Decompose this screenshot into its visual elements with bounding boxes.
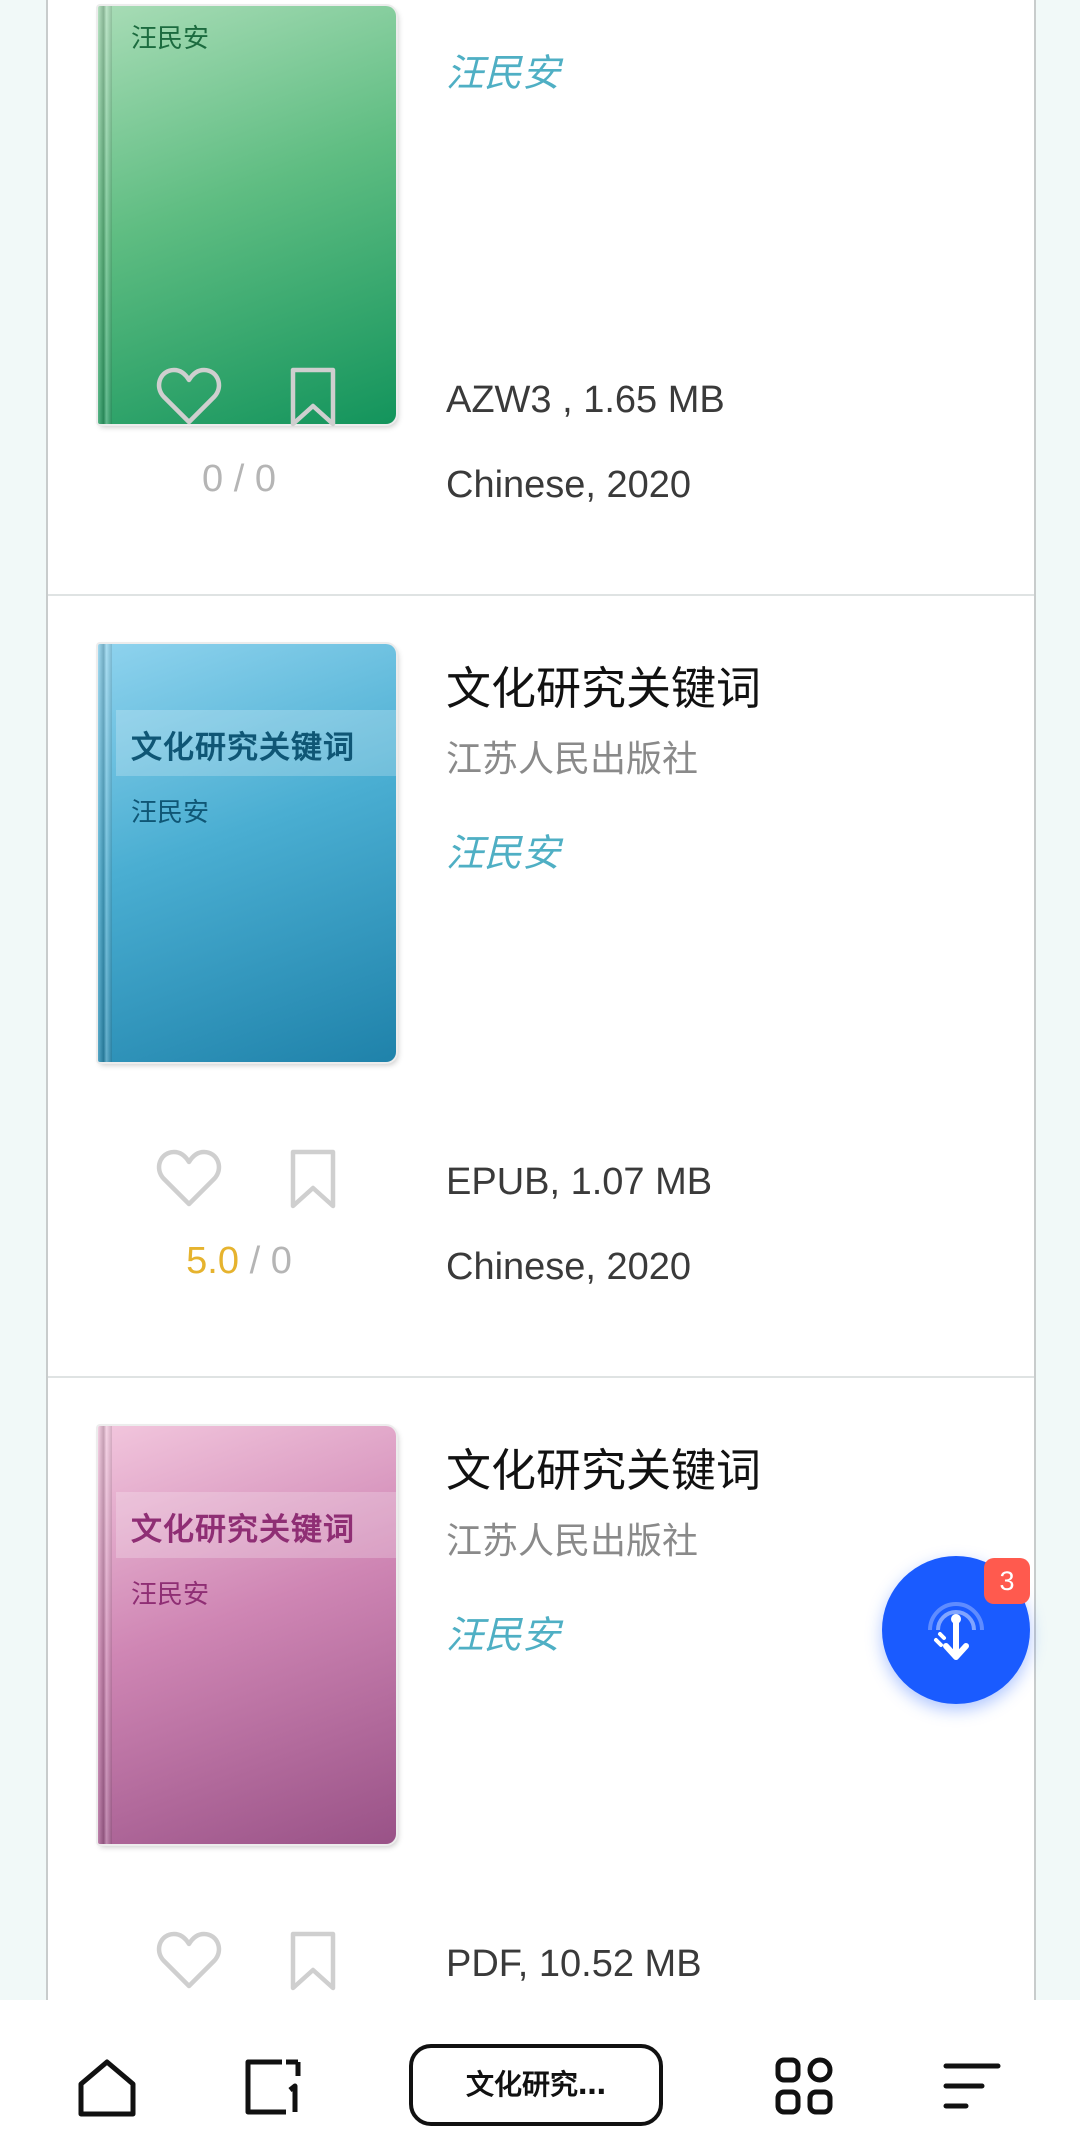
rating: 0 / 0 — [114, 458, 364, 501]
book-title[interactable]: 文化研究关键词 — [446, 652, 761, 717]
touch-tap-icon — [928, 1602, 984, 1660]
book-list: 汪民安 汪民安 0 / 0 AZW3 , 1.65 MB Chinese, 20… — [46, 0, 1036, 2000]
format-size: EPUB, 1.07 MB — [446, 1161, 713, 1203]
bottom-navigation: 文化研究… — [0, 2000, 1080, 2134]
book-cover[interactable]: 文化研究关键词 汪民安 — [98, 1426, 396, 1844]
format-size: AZW3 , 1.65 MB — [446, 379, 725, 421]
book-author[interactable]: 汪民安 — [446, 822, 560, 877]
book-title[interactable]: 文化研究关键词 — [446, 1434, 761, 1499]
book-item-2[interactable]: 文化研究关键词 汪民安 文化研究关键词 江苏人民出版社 汪民安 5.0 / 0 … — [48, 596, 1034, 1378]
book-cover[interactable]: 文化研究关键词 汪民安 — [98, 644, 396, 1062]
heart-icon[interactable] — [156, 366, 222, 426]
rating-score: 5.0 — [186, 1240, 239, 1282]
cover-author: 汪民安 — [131, 24, 210, 54]
book-author[interactable]: 汪民安 — [446, 1604, 560, 1659]
rating: 5.0 / 0 — [114, 1240, 364, 1283]
home-icon[interactable] — [76, 2058, 138, 2118]
rating-separator: / — [249, 1240, 261, 1282]
cover-author: 汪民安 — [131, 1580, 210, 1610]
book-item-1[interactable]: 汪民安 汪民安 0 / 0 AZW3 , 1.65 MB Chinese, 20… — [48, 0, 1034, 596]
current-page-button[interactable]: 文化研究… — [409, 2044, 663, 2126]
book-author[interactable]: 汪民安 — [446, 42, 560, 97]
rating-score: 0 — [202, 458, 224, 500]
bookmark-icon[interactable] — [288, 366, 338, 428]
language-year: Chinese, 2020 — [446, 464, 692, 506]
cover-title: 文化研究关键词 — [131, 1512, 355, 1548]
rating-count: 0 — [254, 458, 276, 500]
bookmark-icon[interactable] — [288, 1930, 338, 1992]
tabs-icon[interactable] — [242, 2056, 304, 2118]
cover-author: 汪民安 — [131, 798, 210, 828]
book-publisher[interactable]: 江苏人民出版社 — [446, 1512, 698, 1564]
book-publisher[interactable]: 江苏人民出版社 — [446, 730, 698, 782]
language-year: Chinese, 2020 — [446, 1246, 692, 1288]
heart-icon[interactable] — [156, 1148, 222, 1208]
rating-separator: / — [233, 458, 245, 500]
bookmark-icon[interactable] — [288, 1148, 338, 1210]
menu-icon[interactable] — [942, 2060, 1002, 2112]
apps-icon[interactable] — [774, 2056, 834, 2116]
cover-title: 文化研究关键词 — [131, 730, 355, 766]
rating-count: 0 — [270, 1240, 292, 1282]
book-item-3[interactable]: 文化研究关键词 汪民安 文化研究关键词 江苏人民出版社 汪民安 PDF, 10.… — [48, 1378, 1034, 2000]
format-size: PDF, 10.52 MB — [446, 1943, 702, 1985]
book-cover[interactable]: 汪民安 — [98, 6, 396, 424]
notification-badge: 3 — [984, 1558, 1030, 1604]
heart-icon[interactable] — [156, 1930, 222, 1990]
